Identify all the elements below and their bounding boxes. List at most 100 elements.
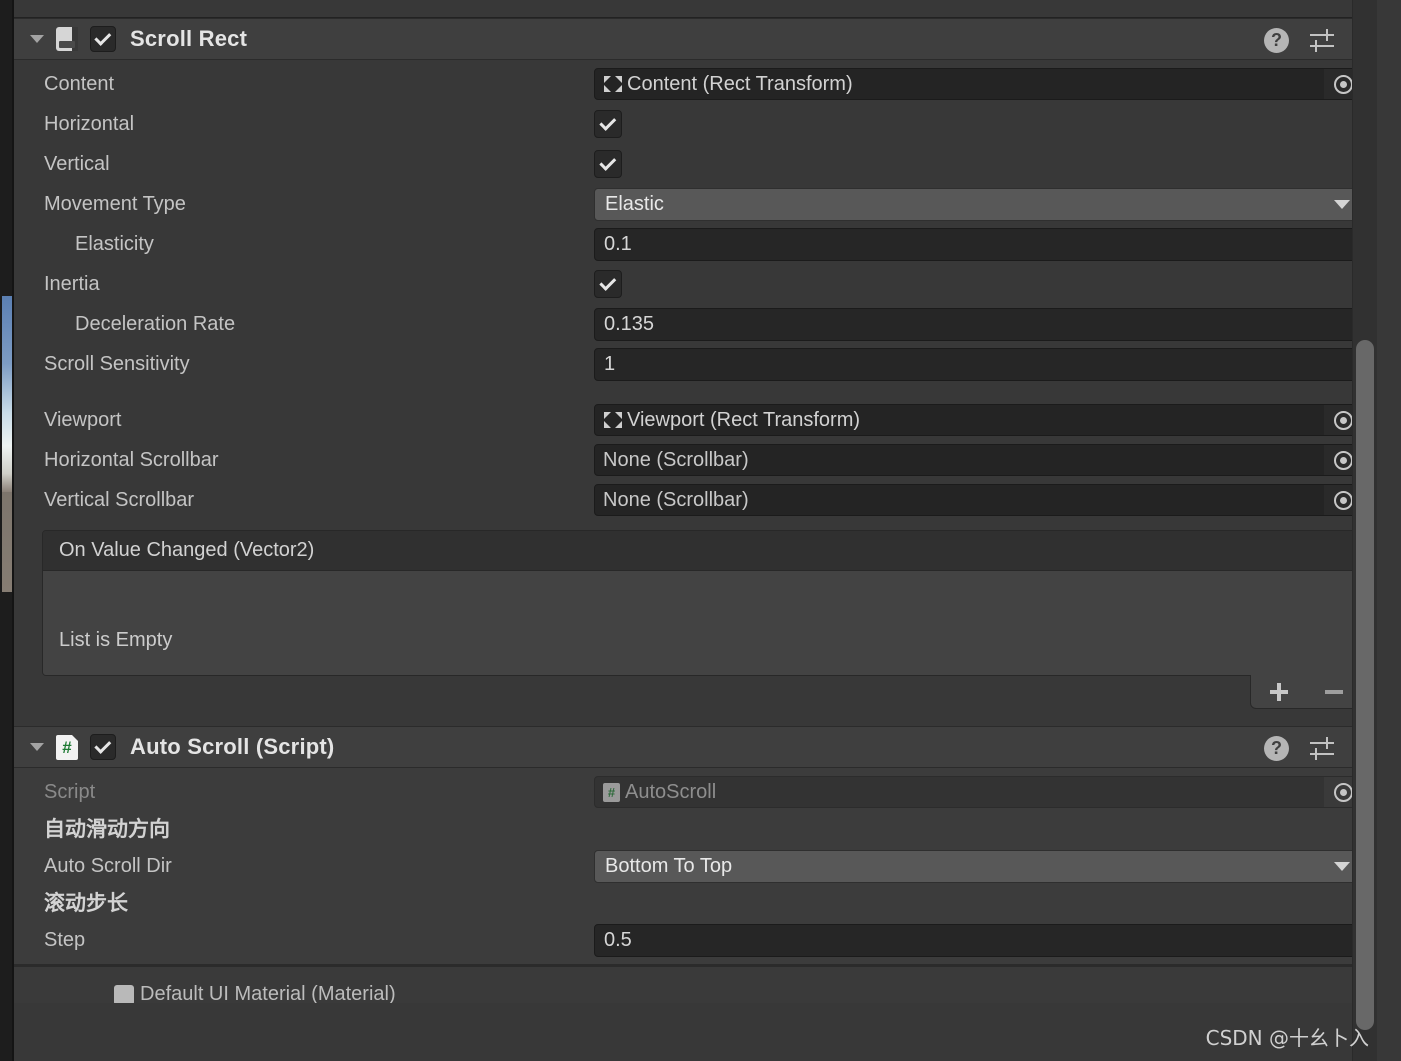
field-label-vertical-scrollbar: Vertical Scrollbar — [44, 488, 195, 511]
field-row-step: Step 0.5 — [14, 920, 1377, 960]
object-field-vertical-scrollbar[interactable]: None (Scrollbar) — [594, 484, 1363, 516]
component-header-scroll-rect[interactable]: Scroll Rect ? — [14, 18, 1377, 60]
field-row-scroll-sensitivity: Scroll Sensitivity 1 — [14, 344, 1377, 384]
checkbox-vertical[interactable] — [594, 150, 622, 178]
unity-event-list[interactable]: List is Empty — [43, 571, 1362, 675]
field-row-horizontal: Horizontal — [14, 104, 1377, 144]
object-field-content[interactable]: Content (Rect Transform) — [594, 68, 1363, 100]
rect-transform-icon — [603, 410, 623, 430]
partial-field-row-material[interactable]: Default UI Material (Material) — [114, 983, 396, 1003]
field-label-horizontal: Horizontal — [44, 112, 135, 135]
component-title-auto-scroll: Auto Scroll (Script) — [130, 734, 335, 759]
field-row-auto-scroll-dir: Auto Scroll Dir Bottom To Top — [14, 846, 1377, 886]
add-listener-button[interactable] — [1266, 679, 1292, 705]
object-field-script: # AutoScroll — [594, 776, 1363, 808]
dropdown-movement-type[interactable]: Elastic — [594, 187, 1363, 221]
field-label-viewport: Viewport — [44, 408, 122, 431]
number-field-elasticity[interactable]: 0.1 — [594, 227, 1363, 261]
preset-icon[interactable] — [1309, 735, 1335, 761]
component-enabled-checkbox-scroll-rect[interactable] — [90, 26, 116, 52]
material-icon — [114, 984, 134, 1003]
field-row-content: Content Content (Rect Transform) — [14, 64, 1377, 104]
field-label-vertical: Vertical — [44, 152, 110, 175]
unity-event-on-value-changed: On Value Changed (Vector2) List is Empty — [42, 530, 1363, 709]
field-row-deceleration-rate: Deceleration Rate 0.135 — [14, 304, 1377, 344]
header-icon-group-scroll-rect: ? — [1264, 19, 1363, 61]
dropdown-value-auto-scroll-dir: Bottom To Top — [605, 854, 733, 877]
adjacent-scene-view-sliver — [0, 0, 14, 1061]
event-bottom-gap — [14, 676, 1377, 722]
number-value-deceleration-rate: 0.135 — [604, 312, 655, 335]
foldout-arrow-auto-scroll[interactable] — [26, 726, 48, 768]
cs-script-icon: # — [603, 782, 620, 802]
check-icon — [93, 28, 111, 46]
component-title-scroll-rect: Scroll Rect — [130, 26, 248, 51]
header-icon-group-auto-scroll: ? — [1264, 727, 1363, 769]
field-row-vertical-scrollbar: Vertical Scrollbar None (Scrollbar) — [14, 480, 1377, 520]
field-label-step: Step — [44, 928, 86, 951]
field-spacer — [14, 384, 1377, 400]
unity-event-header: On Value Changed (Vector2) — [43, 531, 1362, 571]
number-field-deceleration-rate[interactable]: 0.135 — [594, 307, 1363, 341]
component-header-auto-scroll[interactable]: # Auto Scroll (Script) ? — [14, 726, 1377, 768]
object-field-value-horizontal-scrollbar: None (Scrollbar) — [603, 448, 749, 471]
field-label-horizontal-scrollbar: Horizontal Scrollbar — [44, 448, 219, 471]
inspector-top-strip — [14, 0, 1377, 18]
object-field-horizontal-scrollbar[interactable]: None (Scrollbar) — [594, 444, 1363, 476]
section-header-auto-scroll-dir: 自动滑动方向 — [44, 817, 170, 841]
number-field-step[interactable]: 0.5 — [594, 923, 1363, 957]
check-icon — [598, 273, 616, 291]
field-row-movement-type: Movement Type Elastic — [14, 184, 1377, 224]
partial-field-value-material: Default UI Material (Material) — [140, 983, 396, 1003]
field-label-scroll-sensitivity: Scroll Sensitivity — [44, 352, 190, 375]
object-field-value-content: Content (Rect Transform) — [627, 72, 853, 95]
dropdown-value-movement-type: Elastic — [605, 192, 664, 215]
preset-icon[interactable] — [1309, 27, 1335, 53]
chevron-down-icon — [30, 743, 44, 751]
check-icon — [93, 736, 111, 754]
checkbox-inertia[interactable] — [594, 270, 622, 298]
help-icon[interactable]: ? — [1264, 27, 1289, 53]
foldout-arrow-scroll-rect[interactable] — [26, 18, 48, 60]
scene-sliver-sky — [2, 296, 12, 446]
field-row-elasticity: Elasticity 0.1 — [14, 224, 1377, 264]
field-row-script: Script # AutoScroll — [14, 772, 1377, 812]
dropdown-auto-scroll-dir[interactable]: Bottom To Top — [594, 849, 1363, 883]
unity-event-empty-text: List is Empty — [59, 629, 173, 651]
component-partial-bottom: Default UI Material (Material) — [14, 967, 1377, 1003]
check-icon — [598, 153, 616, 171]
unity-event-buttons — [1250, 675, 1362, 709]
inspector-panel: Scroll Rect ? Content Content (Rect Tran… — [14, 0, 1377, 1061]
chevron-down-icon — [1334, 199, 1350, 209]
object-field-value-script: AutoScroll — [625, 780, 717, 803]
unity-event-title: On Value Changed (Vector2) — [59, 539, 315, 561]
number-value-scroll-sensitivity: 1 — [604, 352, 616, 375]
field-label-elasticity: Elasticity — [75, 232, 154, 255]
scene-sliver-horizon — [2, 446, 12, 492]
scene-sliver-ground — [2, 492, 12, 592]
check-icon — [598, 113, 616, 131]
field-label-deceleration-rate: Deceleration Rate — [75, 312, 236, 335]
checkbox-horizontal[interactable] — [594, 110, 622, 138]
field-row-inertia: Inertia — [14, 264, 1377, 304]
field-label-content: Content — [44, 72, 115, 95]
scroll-rect-icon — [54, 26, 80, 52]
chevron-down-icon — [1334, 861, 1350, 871]
object-field-viewport[interactable]: Viewport (Rect Transform) — [594, 404, 1363, 436]
chevron-down-icon — [30, 35, 44, 43]
field-label-auto-scroll-dir: Auto Scroll Dir — [44, 854, 172, 877]
number-field-scroll-sensitivity[interactable]: 1 — [594, 347, 1363, 381]
component-enabled-checkbox-auto-scroll[interactable] — [90, 734, 116, 760]
rect-transform-icon — [603, 74, 623, 94]
number-value-elasticity: 0.1 — [604, 232, 632, 255]
field-label-script: Script — [44, 780, 96, 803]
component-body-scroll-rect: Content Content (Rect Transform) Horizon… — [14, 60, 1377, 726]
remove-listener-button[interactable] — [1321, 679, 1347, 705]
inspector-scrollbar[interactable] — [1353, 0, 1377, 1061]
field-row-horizontal-scrollbar: Horizontal Scrollbar None (Scrollbar) — [14, 440, 1377, 480]
field-row-viewport: Viewport Viewport (Rect Transform) — [14, 400, 1377, 440]
help-icon[interactable]: ? — [1264, 735, 1289, 761]
scrollbar-thumb[interactable] — [1356, 340, 1374, 1030]
cs-script-icon: # — [54, 734, 80, 760]
object-field-value-vertical-scrollbar: None (Scrollbar) — [603, 488, 749, 511]
